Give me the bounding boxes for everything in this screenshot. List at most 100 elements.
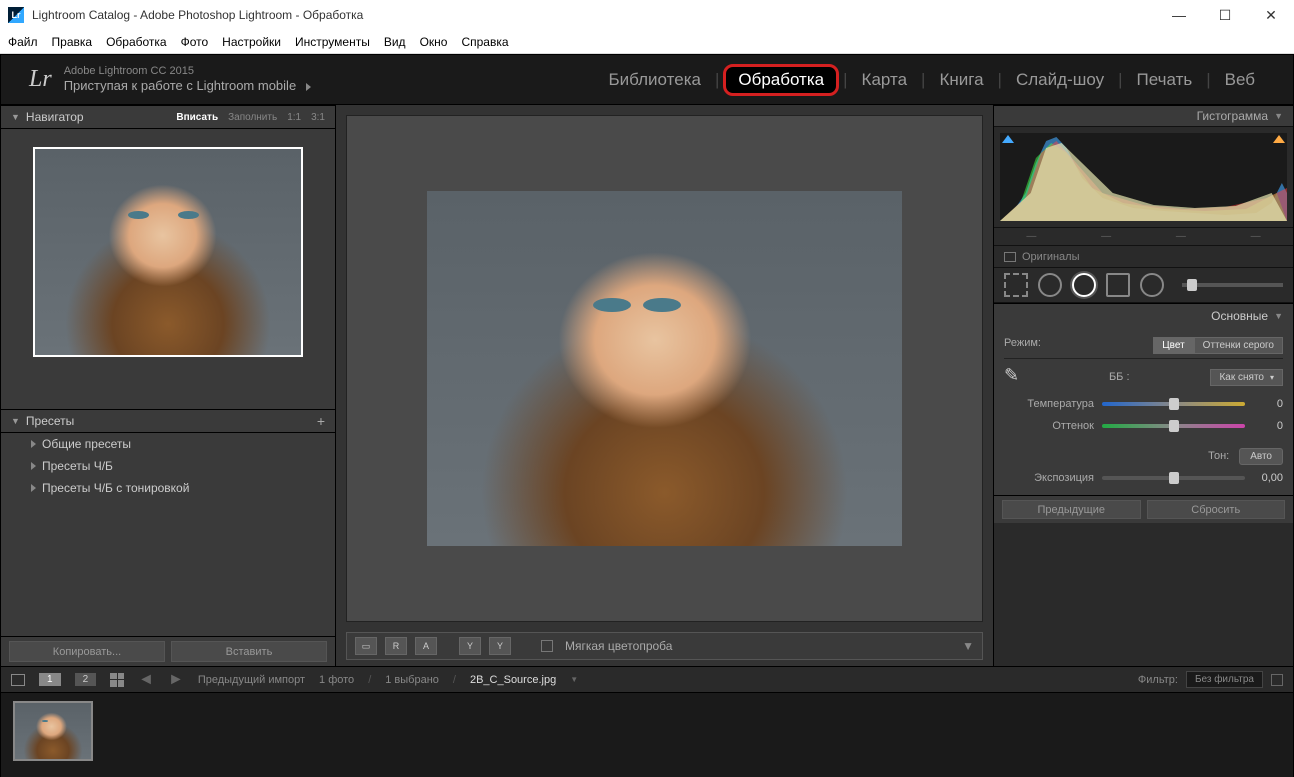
module-print[interactable]: Печать bbox=[1127, 66, 1203, 94]
copy-button[interactable]: Копировать... bbox=[9, 641, 165, 662]
exposure-slider[interactable] bbox=[1102, 476, 1245, 480]
treatment-color[interactable]: Цвет bbox=[1153, 337, 1193, 354]
histogram-header[interactable]: Гистограмма ▼ bbox=[994, 105, 1293, 127]
maximize-button[interactable]: ☐ bbox=[1202, 0, 1248, 30]
redeye-tool[interactable] bbox=[1072, 273, 1096, 297]
filmstrip: 1 2 ◄ ► Предыдущий импорт 1 фото / 1 выб… bbox=[1, 666, 1293, 776]
module-develop[interactable]: Обработка bbox=[723, 64, 839, 96]
tint-slider[interactable] bbox=[1102, 424, 1245, 428]
softproof-checkbox[interactable] bbox=[541, 640, 553, 652]
menu-view[interactable]: Вид bbox=[384, 35, 406, 49]
close-button[interactable]: ✕ bbox=[1248, 0, 1294, 30]
filename-label: 2B_C_Source.jpg bbox=[470, 674, 556, 686]
originals-row[interactable]: Оригиналы bbox=[994, 245, 1293, 267]
filter-lock-icon[interactable] bbox=[1271, 674, 1283, 686]
gradient-tool[interactable] bbox=[1106, 273, 1130, 297]
shadow-clip-icon[interactable] bbox=[1002, 135, 1014, 143]
auto-tone-button[interactable]: Авто bbox=[1239, 448, 1283, 465]
presets-title: Пресеты bbox=[26, 414, 74, 428]
version-label: Adobe Lightroom CC 2015 bbox=[64, 64, 311, 78]
module-map[interactable]: Карта bbox=[852, 66, 918, 94]
triangle-down-icon: ▼ bbox=[11, 112, 20, 122]
nav-3-1[interactable]: 3:1 bbox=[311, 112, 325, 123]
loupe-view-button[interactable]: ▭ bbox=[355, 637, 377, 655]
module-slideshow[interactable]: Слайд-шоу bbox=[1006, 66, 1114, 94]
highlight-clip-icon[interactable] bbox=[1273, 135, 1285, 143]
preset-folder[interactable]: Пресеты Ч/Б с тонировкой bbox=[1, 477, 335, 499]
chevron-down-icon[interactable]: ▼ bbox=[570, 675, 578, 684]
minimize-button[interactable]: — bbox=[1156, 0, 1202, 30]
window-title: Lightroom Catalog - Adobe Photoshop Ligh… bbox=[32, 8, 363, 22]
image-canvas[interactable] bbox=[346, 115, 983, 622]
presets-header[interactable]: ▼ Пресеты + bbox=[1, 409, 335, 433]
paste-button[interactable]: Вставить bbox=[171, 641, 327, 662]
before-after-y1[interactable]: Y bbox=[459, 637, 481, 655]
add-preset-icon[interactable]: + bbox=[317, 413, 325, 429]
filter-label: Фильтр: bbox=[1138, 674, 1178, 686]
histogram-info-row: ———— bbox=[994, 227, 1293, 245]
menu-tools[interactable]: Инструменты bbox=[295, 35, 370, 49]
before-after-y2[interactable]: Y bbox=[489, 637, 511, 655]
crop-tool[interactable] bbox=[1004, 273, 1028, 297]
filter-select[interactable]: Без фильтра bbox=[1186, 671, 1263, 688]
filmstrip-thumbnail[interactable] bbox=[13, 701, 93, 761]
basic-title: Основные bbox=[1211, 309, 1268, 323]
wb-select[interactable]: Как снято▾ bbox=[1210, 369, 1283, 386]
triangle-down-icon: ▼ bbox=[11, 416, 20, 426]
preset-folder[interactable]: Пресеты Ч/Б bbox=[1, 455, 335, 477]
menu-help[interactable]: Справка bbox=[461, 35, 508, 49]
right-panel: Гистограмма ▼ bbox=[993, 105, 1293, 666]
originals-label: Оригиналы bbox=[1022, 251, 1080, 263]
module-picker-bar: Lr Adobe Lightroom CC 2015 Приступая к р… bbox=[1, 55, 1293, 105]
lr-logo: Lr bbox=[29, 66, 52, 93]
menu-window[interactable]: Окно bbox=[420, 35, 448, 49]
preset-label: Общие пресеты bbox=[42, 437, 131, 451]
menubar: Файл Правка Обработка Фото Настройки Инс… bbox=[0, 30, 1294, 54]
radial-tool[interactable] bbox=[1140, 273, 1164, 297]
display-2[interactable]: 2 bbox=[75, 673, 97, 686]
reset-button[interactable]: Сбросить bbox=[1147, 500, 1286, 519]
temp-slider[interactable] bbox=[1102, 402, 1245, 406]
treatment-label: Режим: bbox=[1004, 337, 1041, 354]
exposure-label: Экспозиция bbox=[1004, 472, 1094, 484]
preset-folder[interactable]: Общие пресеты bbox=[1, 433, 335, 455]
grid-view-icon[interactable] bbox=[110, 673, 124, 687]
mobile-link[interactable]: Приступая к работе с Lightroom mobile bbox=[64, 78, 296, 95]
navigator-preview[interactable] bbox=[1, 129, 335, 409]
brush-size-slider[interactable] bbox=[1182, 283, 1283, 287]
basic-header[interactable]: Основные ▼ bbox=[994, 303, 1293, 327]
menu-settings[interactable]: Настройки bbox=[222, 35, 281, 49]
nav-fit[interactable]: Вписать bbox=[176, 112, 218, 123]
secondary-display-icon[interactable] bbox=[11, 674, 25, 686]
module-web[interactable]: Веб bbox=[1215, 66, 1265, 94]
next-photo-icon[interactable]: ► bbox=[168, 671, 184, 689]
menu-develop[interactable]: Обработка bbox=[106, 35, 167, 49]
nav-1-1[interactable]: 1:1 bbox=[287, 112, 301, 123]
before-after-r[interactable]: R bbox=[385, 637, 407, 655]
spot-tool[interactable] bbox=[1038, 273, 1062, 297]
triangle-right-icon bbox=[31, 462, 36, 470]
menu-photo[interactable]: Фото bbox=[181, 35, 209, 49]
triangle-right-icon bbox=[31, 440, 36, 448]
display-1[interactable]: 1 bbox=[39, 673, 61, 686]
treatment-gray[interactable]: Оттенки серого bbox=[1194, 337, 1283, 354]
exposure-value[interactable]: 0,00 bbox=[1253, 472, 1283, 484]
navigator-title: Навигатор bbox=[26, 110, 84, 124]
histogram[interactable] bbox=[994, 127, 1293, 227]
navigator-header[interactable]: ▼ Навигатор Вписать Заполнить 1:1 3:1 bbox=[1, 105, 335, 129]
previous-button[interactable]: Предыдущие bbox=[1002, 500, 1141, 519]
before-after-a[interactable]: A bbox=[415, 637, 437, 655]
chevron-down-icon[interactable]: ▼ bbox=[962, 639, 974, 653]
source-label[interactable]: Предыдущий импорт bbox=[198, 674, 305, 686]
menu-file[interactable]: Файл bbox=[8, 35, 38, 49]
local-tools-row bbox=[994, 267, 1293, 303]
prev-photo-icon[interactable]: ◄ bbox=[138, 671, 154, 689]
wb-dropper-icon[interactable]: ✎ bbox=[1004, 365, 1028, 389]
nav-fill[interactable]: Заполнить bbox=[228, 112, 277, 123]
temp-value[interactable]: 0 bbox=[1253, 398, 1283, 410]
module-book[interactable]: Книга bbox=[929, 66, 993, 94]
menu-edit[interactable]: Правка bbox=[52, 35, 93, 49]
module-library[interactable]: Библиотека bbox=[599, 66, 711, 94]
tint-value[interactable]: 0 bbox=[1253, 420, 1283, 432]
develop-toolbar: ▭ R A Y Y Мягкая цветопроба ▼ bbox=[346, 632, 983, 660]
